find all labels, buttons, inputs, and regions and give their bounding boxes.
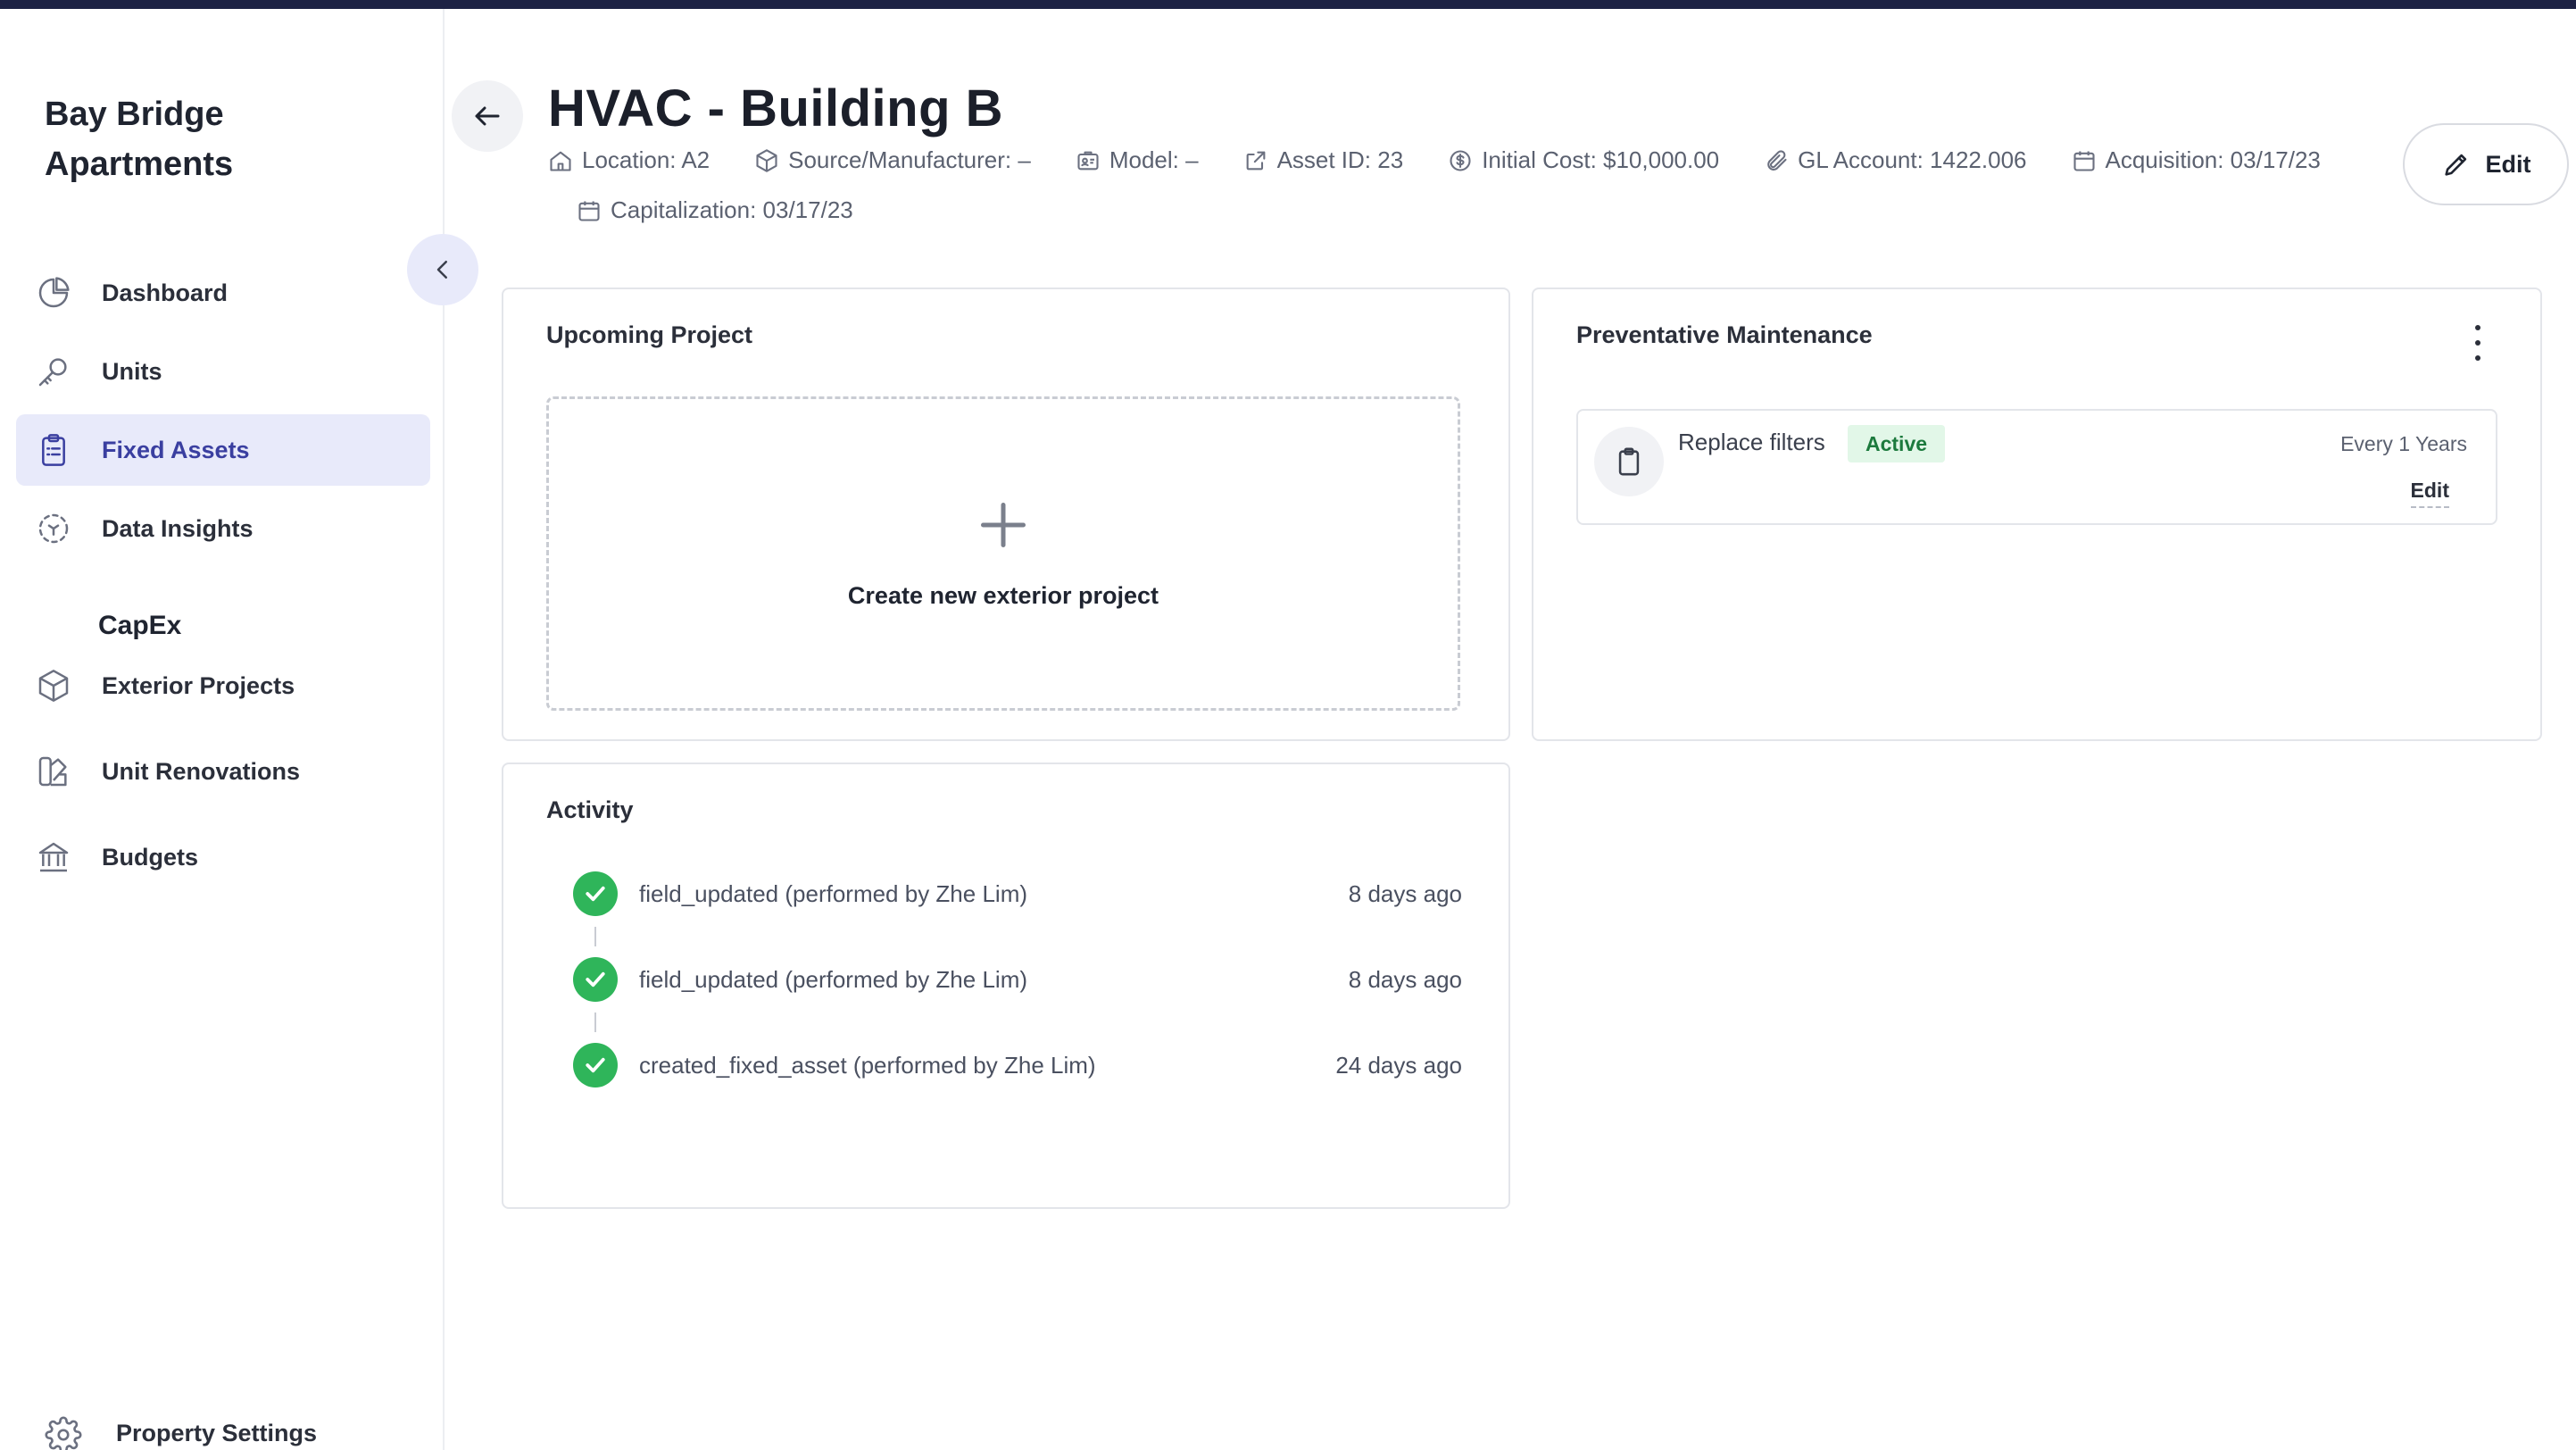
external-link-icon — [1246, 151, 1265, 170]
sidebar: Bay Bridge Apartments Dashboard Units Fi… — [0, 9, 445, 1450]
asset-meta-row: Location: A2 Source/Manufacturer: – Mode… — [548, 146, 2321, 174]
back-button[interactable] — [452, 80, 523, 152]
home-icon — [550, 151, 571, 171]
property-name: Bay Bridge Apartments — [45, 96, 234, 183]
sidebar-item-budgets[interactable]: Budgets — [16, 821, 430, 893]
property-settings-link[interactable]: Property Settings — [36, 1412, 411, 1450]
paperclip-icon — [1767, 149, 1787, 171]
swatch-icon — [34, 752, 73, 791]
timeline-connector — [594, 927, 596, 946]
maintenance-frequency: Every 1 Years — [2340, 432, 2467, 455]
status-badge: Active — [1848, 425, 1946, 462]
activity-text: field_updated (performed by Zhe Lim) — [639, 880, 1028, 907]
page-title: HVAC - Building B — [548, 79, 1004, 138]
property-settings-label: Property Settings — [116, 1420, 318, 1446]
arrow-left-icon — [475, 106, 500, 126]
preventative-maintenance-card: Preventative Maintenance Replace filters… — [1532, 288, 2542, 741]
meta-gl-account: GL Account: 1422.006 — [1764, 146, 2027, 174]
activity-item: field_updated (performed by Zhe Lim) 8 d… — [573, 871, 1462, 957]
card-title: Activity — [546, 796, 634, 823]
collapse-sidebar-button[interactable] — [407, 234, 478, 305]
key-icon — [34, 352, 73, 391]
maintenance-name: Replace filters — [1678, 429, 1825, 455]
meta-asset-id: Asset ID: 23 — [1243, 146, 1403, 174]
meta-model: Model: – — [1076, 146, 1199, 174]
upcoming-project-card: Upcoming Project Create new exterior pro… — [502, 288, 1510, 741]
sidebar-item-dashboard[interactable]: Dashboard — [16, 257, 430, 329]
pie-chart-icon — [34, 273, 73, 312]
more-options-icon[interactable] — [2469, 325, 2487, 361]
activity-time: 24 days ago — [1335, 1052, 1462, 1079]
card-title: Preventative Maintenance — [1576, 321, 1873, 348]
activity-card: Activity field_updated (performed by Zhe… — [502, 762, 1510, 1209]
sidebar-item-unit-renovations[interactable]: Unit Renovations — [16, 736, 430, 807]
clipboard-icon — [1594, 427, 1664, 496]
bank-icon — [34, 838, 73, 877]
edit-button-label: Edit — [2485, 150, 2531, 178]
sidebar-item-units[interactable]: Units — [16, 336, 430, 407]
sidebar-item-label: Dashboard — [102, 279, 229, 306]
sidebar-item-label: Budgets — [102, 843, 198, 871]
id-card-icon — [1077, 151, 1099, 170]
create-project-label: Create new exterior project — [847, 581, 1159, 609]
box-icon — [756, 148, 777, 172]
clipboard-icon — [34, 430, 73, 470]
activity-item: created_fixed_asset (performed by Zhe Li… — [573, 1043, 1462, 1129]
sidebar-item-label: Unit Renovations — [102, 757, 301, 785]
meta-acquisition: Acquisition: 03/17/23 — [2072, 146, 2321, 174]
pencil-icon — [2444, 154, 2466, 176]
calendar-icon — [578, 201, 600, 221]
maintenance-item: Replace filters Active Every 1 Years Edi… — [1576, 409, 2497, 525]
activity-list: field_updated (performed by Zhe Lim) 8 d… — [573, 871, 1462, 1129]
create-exterior-project-button[interactable]: Create new exterior project — [546, 396, 1460, 711]
check-circle-icon — [573, 957, 618, 1002]
calendar-icon — [2073, 151, 2095, 171]
capex-section-label: CapEx — [98, 611, 182, 640]
cube-icon — [34, 666, 73, 705]
meta-source: Source/Manufacturer: – — [754, 146, 1031, 174]
scan-icon — [34, 509, 73, 548]
sidebar-item-exterior-projects[interactable]: Exterior Projects — [16, 650, 430, 721]
top-accent-bar — [0, 0, 2576, 9]
timeline-connector — [594, 1012, 596, 1032]
asset-meta-row-2: Capitalization: 03/17/23 — [577, 196, 898, 224]
edit-asset-button[interactable]: Edit — [2403, 123, 2569, 205]
meta-location: Location: A2 — [548, 146, 710, 174]
chevron-left-icon — [436, 261, 447, 279]
sidebar-item-label: Fixed Assets — [102, 436, 250, 463]
plus-icon — [981, 502, 1026, 547]
activity-time: 8 days ago — [1348, 966, 1462, 993]
sidebar-item-data-insights[interactable]: Data Insights — [16, 493, 430, 564]
check-circle-icon — [573, 871, 618, 916]
dollar-circle-icon — [1450, 149, 1471, 171]
sidebar-item-label: Exterior Projects — [102, 671, 295, 699]
activity-text: field_updated (performed by Zhe Lim) — [639, 966, 1028, 993]
activity-time: 8 days ago — [1348, 880, 1462, 907]
edit-maintenance-link[interactable]: Edit — [2410, 479, 2449, 508]
activity-item: field_updated (performed by Zhe Lim) 8 d… — [573, 957, 1462, 1043]
card-title: Upcoming Project — [546, 321, 753, 348]
meta-capitalization: Capitalization: 03/17/23 — [577, 196, 853, 224]
meta-initial-cost: Initial Cost: $10,000.00 — [1448, 146, 1719, 174]
activity-text: created_fixed_asset (performed by Zhe Li… — [639, 1052, 1096, 1079]
sidebar-item-label: Units — [102, 357, 162, 385]
sidebar-item-fixed-assets[interactable]: Fixed Assets — [16, 414, 430, 486]
check-circle-icon — [573, 1043, 618, 1088]
gear-icon — [45, 1416, 84, 1450]
sidebar-item-label: Data Insights — [102, 514, 253, 542]
